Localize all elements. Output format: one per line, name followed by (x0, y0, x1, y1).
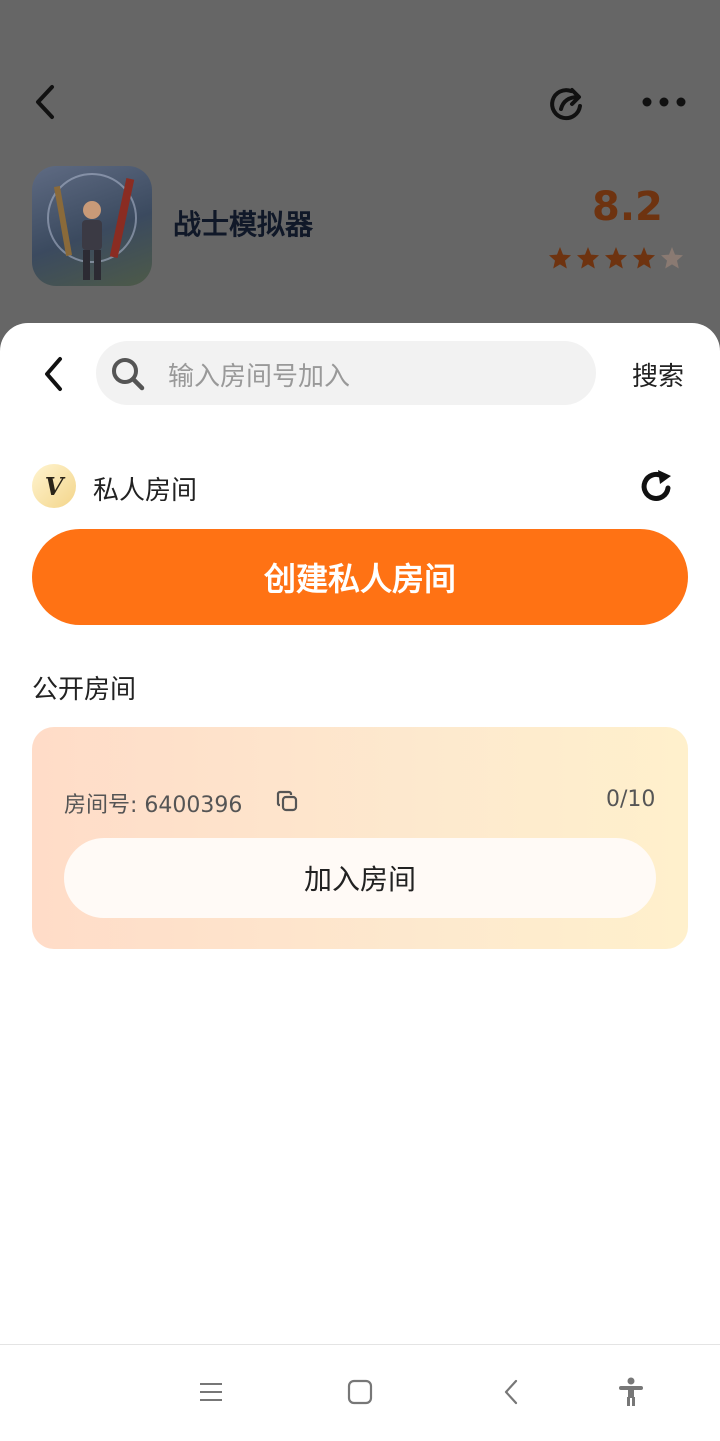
star-filled-icon (605, 247, 627, 269)
star-filled-icon (633, 247, 655, 269)
home-button[interactable] (339, 1372, 381, 1412)
share-icon (550, 88, 582, 121)
nav-back-button[interactable] (490, 1372, 532, 1412)
star-filled-icon (549, 247, 571, 269)
accessibility-button[interactable] (610, 1372, 652, 1412)
create-private-room-button[interactable]: 创建私人房间 (32, 529, 688, 625)
public-room-title: 公开房间 (32, 675, 137, 705)
search-icon (110, 356, 146, 392)
refresh-button[interactable] (634, 464, 678, 508)
game-title: 战士模拟器 (173, 208, 314, 241)
refresh-icon (641, 470, 671, 501)
sheet-back-button[interactable] (36, 352, 72, 396)
more-button[interactable] (640, 88, 688, 116)
back-icon (504, 1379, 518, 1405)
room-number: 房间号: 6400396 (64, 793, 243, 818)
private-room-title: 私人房间 (93, 476, 198, 506)
home-square-icon (347, 1379, 373, 1405)
share-button[interactable] (546, 82, 590, 126)
copy-room-number-button[interactable] (274, 788, 300, 814)
chevron-left-icon (36, 85, 54, 119)
copy-icon (276, 790, 298, 812)
room-player-count: 0/10 (606, 787, 656, 812)
rating-stars (548, 246, 684, 270)
join-room-button[interactable]: 加入房间 (64, 838, 656, 918)
search-placeholder: 输入房间号加入 (168, 362, 351, 392)
game-rating: 8.2 (592, 184, 663, 230)
accessibility-icon (619, 1377, 643, 1406)
search-button[interactable]: 搜索 (632, 356, 684, 393)
star-empty-icon (661, 247, 683, 269)
game-icon[interactable] (32, 166, 152, 286)
more-dots-icon (642, 97, 686, 107)
chevron-left-icon (45, 357, 62, 391)
vip-badge: V (32, 464, 76, 508)
star-filled-icon (577, 247, 599, 269)
menu-button[interactable] (190, 1372, 232, 1412)
back-button[interactable] (26, 82, 66, 122)
menu-icon (200, 1383, 222, 1401)
warrior-illustration-icon (47, 173, 137, 280)
